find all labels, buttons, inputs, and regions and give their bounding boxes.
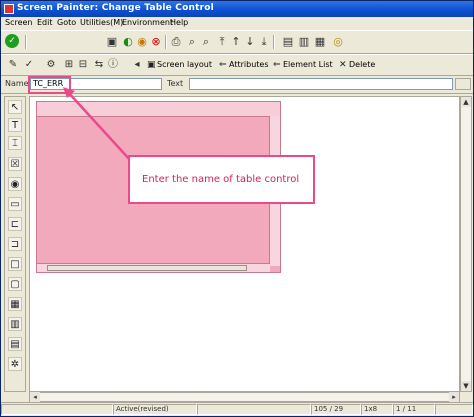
delete-button[interactable]: ✕ Delete bbox=[339, 58, 375, 72]
table-control-scroll-thumb[interactable] bbox=[47, 265, 247, 271]
attribute-button[interactable] bbox=[455, 78, 471, 90]
previous-page-icon[interactable]: ↑ bbox=[229, 35, 243, 49]
tabstrip-icon[interactable]: ⊏ bbox=[8, 217, 22, 231]
status-position: 105 / 29 bbox=[311, 404, 361, 415]
standard-toolbar: ✓ ▣ ◐ ◉ ⊗ ⎙ ⌕ ⌕ ⤒ ↑ ↓ ⤓ ▤ ▥ ▦ ◎ bbox=[1, 30, 473, 54]
text-field-icon[interactable]: T bbox=[8, 118, 22, 132]
screen-painter-window: Screen Painter: Change Table Control Scr… bbox=[0, 0, 474, 417]
toolbar-separator bbox=[25, 35, 27, 49]
last-page-icon[interactable]: ⤓ bbox=[257, 35, 271, 49]
attributes-label: Attributes bbox=[229, 60, 269, 69]
status-empty bbox=[197, 404, 311, 415]
element-list-icon: ⇐ bbox=[273, 60, 281, 70]
menu-utilities[interactable]: Utilities(M) bbox=[80, 18, 123, 27]
toolbar-separator bbox=[165, 35, 167, 49]
generate-icon[interactable]: ⚙ bbox=[45, 59, 57, 71]
name-field-highlight bbox=[28, 76, 71, 94]
scroll-up-icon[interactable]: ▲ bbox=[461, 97, 471, 107]
new-session-icon[interactable]: ▤ bbox=[281, 35, 295, 49]
name-label: Name bbox=[5, 79, 29, 88]
table-control-icon[interactable]: ▦ bbox=[8, 297, 22, 311]
menu-edit[interactable]: Edit bbox=[37, 18, 53, 27]
element-list-label: Element List bbox=[283, 60, 333, 69]
menu-environment[interactable]: Environment bbox=[122, 18, 173, 27]
shortcut-icon[interactable]: ▥ bbox=[297, 35, 311, 49]
transport-icon[interactable]: ⇆ bbox=[93, 59, 105, 71]
check-icon[interactable]: ✓ bbox=[23, 59, 35, 71]
status-bar: Active(revised) 105 / 29 1x8 1 / 11 bbox=[1, 402, 473, 416]
enter-check-icon[interactable]: ✓ bbox=[5, 34, 19, 48]
tabstrip-wizard-icon[interactable]: ⊐ bbox=[8, 237, 22, 251]
element-list-button[interactable]: ⇐ Element List bbox=[273, 58, 333, 72]
menu-bar: Screen Edit Goto Utilities(M) Environmen… bbox=[1, 17, 473, 30]
subscreen-icon[interactable]: ▢ bbox=[8, 277, 22, 291]
display-change-icon[interactable]: ✎ bbox=[7, 59, 19, 71]
pushbutton-icon[interactable]: ▭ bbox=[8, 197, 22, 211]
status-lines: 1 / 11 bbox=[393, 404, 435, 415]
status-extra bbox=[435, 404, 473, 415]
app-icon bbox=[4, 4, 14, 14]
layout-menu-icon[interactable]: ▦ bbox=[313, 35, 327, 49]
input-field-icon[interactable]: ⌶ bbox=[8, 136, 22, 150]
callout-box: Enter the name of table control bbox=[128, 155, 315, 204]
previous-icon[interactable]: ◂ bbox=[131, 59, 143, 71]
save-icon[interactable]: ▣ bbox=[105, 35, 119, 49]
element-name-bar: Name TC_ERR Text bbox=[1, 76, 473, 94]
radio-button-icon[interactable]: ◉ bbox=[8, 177, 22, 191]
window-title: Screen Painter: Change Table Control bbox=[17, 3, 214, 13]
other-object-icon[interactable]: ⊟ bbox=[77, 59, 89, 71]
cancel-icon[interactable]: ⊗ bbox=[149, 35, 163, 49]
menu-screen[interactable]: Screen bbox=[5, 18, 33, 27]
toolbar-separator bbox=[273, 35, 275, 49]
table-control-header bbox=[37, 102, 280, 117]
exit-icon[interactable]: ◉ bbox=[135, 35, 149, 49]
menu-help[interactable]: Help bbox=[170, 18, 188, 27]
attributes-button[interactable]: ⇐ Attributes bbox=[219, 58, 269, 72]
find-next-icon[interactable]: ⌕ bbox=[199, 35, 213, 49]
status-message bbox=[1, 404, 113, 415]
first-page-icon[interactable]: ⤒ bbox=[215, 35, 229, 49]
where-used-icon[interactable]: ⊞ bbox=[63, 59, 75, 71]
box-icon[interactable]: □ bbox=[8, 257, 22, 271]
scroll-left-icon[interactable]: ◂ bbox=[30, 392, 40, 402]
canvas-horizontal-scrollbar[interactable]: ◂ ▸ bbox=[29, 392, 460, 402]
text-input[interactable] bbox=[189, 78, 453, 90]
pointer-icon[interactable]: ↖ bbox=[8, 100, 22, 114]
status-size: 1x8 bbox=[361, 404, 393, 415]
canvas-vertical-scrollbar[interactable]: ▲ ▼ bbox=[460, 96, 472, 392]
callout-text: Enter the name of table control bbox=[142, 174, 300, 185]
checkbox-icon[interactable]: ☒ bbox=[8, 157, 22, 171]
custom-control-icon[interactable]: ▤ bbox=[8, 337, 22, 351]
element-palette: ↖ T ⌶ ☒ ◉ ▭ ⊏ ⊐ □ ▢ ▦ ▥ ▤ ✲ bbox=[4, 96, 26, 392]
screen-layout-label: Screen layout bbox=[157, 60, 213, 69]
screen-layout-icon: ▣ bbox=[147, 60, 156, 70]
table-wizard-icon[interactable]: ▥ bbox=[8, 317, 22, 331]
info-icon[interactable]: ⓘ bbox=[107, 59, 119, 71]
find-icon[interactable]: ⌕ bbox=[185, 35, 199, 49]
title-bar: Screen Painter: Change Table Control bbox=[1, 1, 473, 17]
delete-label: Delete bbox=[349, 60, 376, 69]
back-icon[interactable]: ◐ bbox=[121, 35, 135, 49]
next-page-icon[interactable]: ↓ bbox=[243, 35, 257, 49]
help-icon[interactable]: ◎ bbox=[331, 35, 345, 49]
scroll-down-icon[interactable]: ▼ bbox=[461, 381, 471, 391]
menu-goto[interactable]: Goto bbox=[57, 18, 76, 27]
table-control-horizontal-scrollbar[interactable] bbox=[37, 263, 270, 272]
status-mode: Active(revised) bbox=[113, 404, 197, 415]
screen-layout-button[interactable]: ▣Screen layout bbox=[147, 58, 212, 72]
status-icon[interactable]: ✲ bbox=[8, 357, 22, 371]
application-toolbar: ✎ ✓ ⚙ ⊞ ⊟ ⇆ ⓘ ◂ ▣Screen layout ⇐ Attribut… bbox=[1, 54, 473, 76]
delete-icon: ✕ bbox=[339, 60, 347, 70]
print-icon[interactable]: ⎙ bbox=[169, 35, 183, 49]
scroll-right-icon[interactable]: ▸ bbox=[449, 392, 459, 402]
attributes-icon: ⇐ bbox=[219, 60, 227, 70]
text-label: Text bbox=[167, 79, 184, 88]
